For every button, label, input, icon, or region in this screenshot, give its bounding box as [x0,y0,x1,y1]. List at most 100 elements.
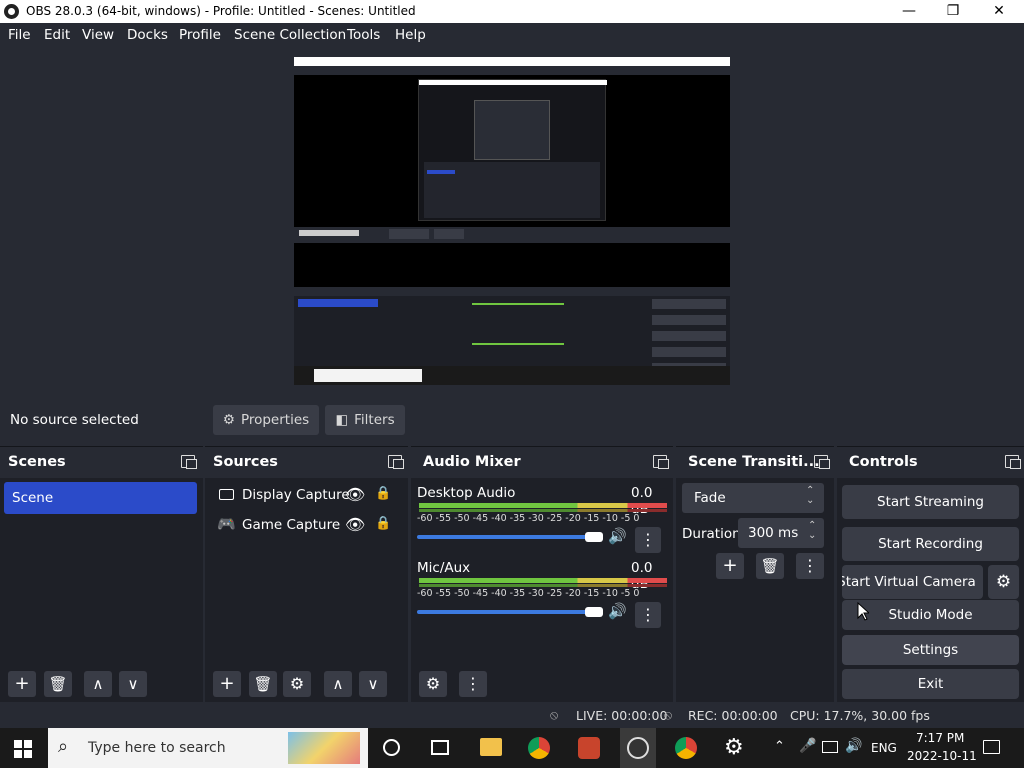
cpu-fps: CPU: 17.7%, 30.00 fps [790,708,930,723]
remove-source-button[interactable]: 🗑 [249,671,277,697]
volume-icon[interactable]: 🔊 [845,738,862,754]
desktop-audio-volume-slider[interactable] [417,535,597,539]
source-game-capture[interactable]: 🎮 Game Capture 👁 🔒 [217,515,397,545]
mixer-menu-button[interactable]: ⋮ [459,671,487,697]
filters-label: Filters [354,412,395,428]
undock-icon[interactable] [653,455,669,469]
menu-scene-collection[interactable]: Scene Collection [234,27,346,43]
start-recording-button[interactable]: Start Recording [842,527,1019,561]
desktop-audio-menu-button[interactable]: ⋮ [635,527,661,553]
remove-scene-button[interactable]: 🗑 [44,671,72,697]
source-label: Game Capture [242,517,341,533]
mic-aux-label: Mic/Aux [417,560,471,576]
mixer-settings-button[interactable]: ⚙ [419,671,447,697]
preview-mini-contextbar [294,227,730,243]
properties-button[interactable]: ⚙ Properties [213,405,319,435]
start-streaming-button[interactable]: Start Streaming [842,485,1019,519]
taskbar-search[interactable]: ⌕ Type here to search [48,728,368,768]
minimize-button[interactable]: — [886,0,932,23]
duration-value: 300 ms [748,525,799,541]
mic-aux-meter-peak [419,584,667,587]
mouse-cursor-icon [857,602,869,621]
live-icon: ⦸ [550,707,559,722]
preview-mini-titlebar [294,57,730,66]
maximize-button[interactable]: ❐ [930,0,976,23]
scene-down-button[interactable]: ∨ [119,671,147,697]
search-highlight-image [288,732,360,764]
menu-file[interactable]: File [8,27,31,43]
desktop-audio-meter [419,503,667,508]
mic-aux-meter [419,578,667,583]
add-transition-button[interactable]: + [716,553,744,579]
chrome-icon[interactable] [675,737,697,759]
eye-icon[interactable]: 👁 [345,515,365,534]
source-up-button[interactable]: ∧ [324,671,352,697]
settings-gear-icon[interactable]: ⚙ [724,735,744,760]
monitor-icon [219,489,234,500]
menu-profile[interactable]: Profile [179,27,221,43]
volume-handle[interactable] [585,607,603,617]
menu-edit[interactable]: Edit [44,27,70,43]
controls-title: Controls [837,447,1024,478]
scene-item[interactable]: Scene [4,482,197,514]
preview-canvas[interactable] [294,57,730,385]
file-explorer-icon[interactable] [480,738,502,756]
mic-aux-volume-slider[interactable] [417,610,597,614]
undock-icon[interactable] [1005,455,1021,469]
undock-icon[interactable] [814,455,830,469]
speaker-icon[interactable]: 🔊 [608,602,627,620]
close-button[interactable]: ✕ [976,0,1022,23]
scene-up-button[interactable]: ∧ [84,671,112,697]
start-virtual-camera-button[interactable]: Start Virtual Camera [842,565,983,599]
source-properties-button[interactable]: ⚙ [283,671,311,697]
clock-date[interactable]: 2022-10-11 [907,749,977,763]
context-bar: No source selected [0,396,1024,444]
source-down-button[interactable]: ∨ [359,671,387,697]
undock-icon[interactable] [388,455,404,469]
obs-logo-icon [4,4,19,19]
source-display-capture[interactable]: Display Capture 👁 🔒 [217,485,397,515]
obs-taskbar-icon[interactable] [627,737,649,759]
language-indicator[interactable]: ENG [871,741,897,755]
lock-icon[interactable]: 🔒 [375,486,391,501]
windows-start-icon[interactable] [14,740,32,758]
cortana-icon[interactable] [383,739,400,756]
clock-time[interactable]: 7:17 PM [916,731,964,745]
status-bar: ⦸ LIVE: 00:00:00 ⦸ REC: 00:00:00 CPU: 17… [0,702,1024,728]
menu-bar: File Edit View Docks Profile Scene Colle… [0,23,1024,47]
menu-tools[interactable]: Tools [347,27,380,43]
meter-ticks: -60 -55 -50 -45 -40 -35 -30 -25 -20 -15 … [417,588,640,599]
filters-button[interactable]: ◧ Filters [325,405,405,435]
exit-button[interactable]: Exit [842,669,1019,699]
lock-icon[interactable]: 🔒 [375,516,391,531]
controls-dock: Controls Start Streaming Start Recording… [837,446,1024,702]
speaker-icon[interactable]: 🔊 [608,527,627,545]
tray-chevron-icon[interactable]: ⌃ [774,739,785,754]
desktop-audio-meter-peak [419,509,667,512]
menu-help[interactable]: Help [395,27,426,43]
task-view-icon[interactable] [431,740,449,755]
duration-spinbox[interactable]: 300 ms ⌃ ⌄ [738,518,824,548]
mic-aux-menu-button[interactable]: ⋮ [635,602,661,628]
menu-docks[interactable]: Docks [127,27,168,43]
remove-transition-button[interactable]: 🗑 [756,553,784,579]
volume-handle[interactable] [585,532,603,542]
settings-button[interactable]: Settings [842,635,1019,665]
virtual-camera-settings-button[interactable]: ⚙ [988,565,1019,599]
spin-arrows-icon[interactable]: ⌃ ⌄ [808,521,816,541]
add-source-button[interactable]: + [213,671,241,697]
notification-icon[interactable] [983,740,1000,754]
sources-dock: Sources Display Capture 👁 🔒 🎮 Game Captu… [205,446,408,702]
transition-select[interactable]: Fade ⌃ ⌄ [682,483,824,513]
duration-label: Duration [682,526,741,542]
preview-nested-capture [418,79,607,221]
menu-view[interactable]: View [82,27,114,43]
transition-menu-button[interactable]: ⋮ [796,553,824,579]
search-icon: ⌕ [58,736,69,757]
network-icon[interactable] [822,741,838,753]
add-scene-button[interactable]: + [8,671,36,697]
eye-icon[interactable]: 👁 [345,485,365,504]
chrome-icon[interactable] [528,737,550,759]
undock-icon[interactable] [181,455,197,469]
app-icon[interactable] [578,737,600,759]
